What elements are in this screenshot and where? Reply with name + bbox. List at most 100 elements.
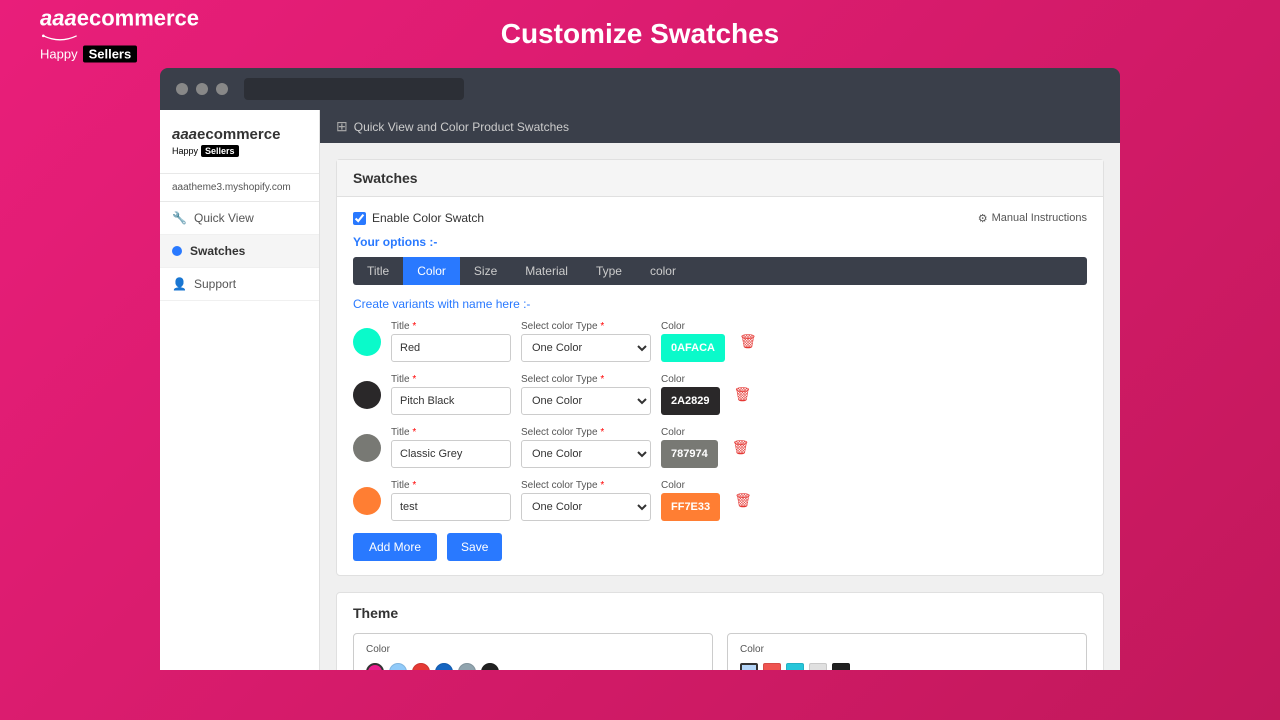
variant-title-input-1[interactable]	[391, 334, 511, 362]
tab-size[interactable]: Size	[460, 257, 511, 285]
swatches-card: Swatches Enable Color Swatch ⚙ Manual In…	[336, 159, 1104, 576]
variant-circle-3	[353, 434, 381, 462]
swatch-sq-teal[interactable]	[786, 663, 804, 670]
topbar-title: ⊞ Quick View and Color Product Swatches	[336, 118, 569, 135]
enable-label[interactable]: Enable Color Swatch	[353, 211, 484, 225]
variant-color-group-1: Color 0AFACA	[661, 321, 725, 362]
tabs-bar: Title Color Size Material Type color	[353, 257, 1087, 285]
variant-type-select-3[interactable]: One Color	[521, 440, 651, 468]
swatch-circle-grey[interactable]	[458, 663, 476, 670]
theme-section: Theme Color	[337, 593, 1103, 670]
swatch-sq-red[interactable]	[763, 663, 781, 670]
main-content: ⊞ Quick View and Color Product Swatches …	[320, 110, 1120, 670]
enable-checkbox[interactable]	[353, 212, 366, 225]
sidebar-brand-name: aaaecommerce	[172, 126, 307, 143]
variant-type-select-2[interactable]: One Color	[521, 387, 651, 415]
variant-delete-btn-2[interactable]: 🗑	[730, 382, 756, 407]
swatches-body: Enable Color Swatch ⚙ Manual Instruction…	[337, 197, 1103, 575]
tab-type[interactable]: Type	[582, 257, 636, 285]
swatch-circle-pink[interactable]	[366, 663, 384, 670]
theme-card-1: Color Pink	[353, 633, 713, 670]
theme-swatches-1	[366, 663, 700, 670]
tab-color[interactable]: Color	[403, 257, 460, 285]
sidebar: aaaecommerce Happy Sellers aaatheme3.mys…	[160, 110, 320, 670]
top-header: aaaecommerce Happy Sellers Customize Swa…	[0, 0, 1280, 68]
variant-title-group-3: Title *	[391, 427, 511, 468]
wrench-icon: 🔧	[172, 211, 186, 225]
content-area[interactable]: Swatches Enable Color Swatch ⚙ Manual In…	[320, 143, 1120, 670]
swatch-circle-lightblue[interactable]	[389, 663, 407, 670]
gear-icon: ⚙	[978, 212, 988, 225]
sidebar-swatches-label: Swatches	[190, 244, 245, 258]
variant-title-input-4[interactable]	[391, 493, 511, 521]
variant-color-badge-2[interactable]: 2A2829	[661, 387, 720, 415]
tab-color-lower[interactable]: color	[636, 257, 690, 285]
variant-title-group-2: Title *	[391, 374, 511, 415]
sidebar-item-swatches[interactable]: Swatches	[160, 235, 319, 268]
variant-row-2: Title * Select color Type * One Color Co…	[353, 374, 1087, 415]
variant-delete-btn-4[interactable]: 🗑	[730, 488, 756, 513]
person-icon: 👤	[172, 277, 186, 291]
variant-delete-btn-3[interactable]: 🗑	[728, 435, 754, 460]
theme-section-card: Theme Color	[336, 592, 1104, 670]
variant-color-badge-3[interactable]: 787974	[661, 440, 718, 468]
action-buttons: Add More Save	[353, 533, 1087, 561]
sidebar-tagline: Happy Sellers	[172, 145, 307, 157]
tab-title[interactable]: Title	[353, 257, 403, 285]
variant-type-group-4: Select color Type * One Color	[521, 480, 651, 521]
variant-row-3: Title * Select color Type * One Color Co…	[353, 427, 1087, 468]
theme-cards: Color Pink	[353, 633, 1087, 670]
sidebar-brand: aaaecommerce Happy Sellers	[160, 110, 319, 174]
variant-row-4: Title * Select color Type * One Color Co…	[353, 480, 1087, 521]
variant-circle-2	[353, 381, 381, 409]
enable-row: Enable Color Swatch ⚙ Manual Instruction…	[353, 211, 1087, 225]
theme-title: Theme	[353, 605, 1087, 621]
variant-color-badge-4[interactable]: FF7E33	[661, 493, 720, 521]
variant-type-select-1[interactable]: One Color	[521, 334, 651, 362]
variant-circle-1	[353, 328, 381, 356]
theme-card-1-title: Color	[366, 644, 700, 655]
grid-icon: ⊞	[336, 118, 348, 135]
browser-address-bar	[244, 78, 464, 100]
tagline: Happy Sellers	[40, 46, 199, 63]
variant-row-1: Title * Select color Type * One Color Co…	[353, 321, 1087, 362]
variant-color-group-4: Color FF7E33	[661, 480, 720, 521]
sidebar-support-label: Support	[194, 277, 236, 291]
sidebar-store-url: aaatheme3.myshopify.com	[160, 174, 319, 202]
swatches-icon	[172, 246, 182, 256]
variant-delete-btn-1[interactable]: 🗑	[735, 329, 761, 354]
sidebar-item-support[interactable]: 👤 Support	[160, 268, 319, 301]
variant-title-input-2[interactable]	[391, 387, 511, 415]
brand-name: aaaecommerce	[40, 6, 199, 32]
app-container: aaaecommerce Happy Sellers aaatheme3.mys…	[160, 110, 1120, 670]
save-button[interactable]: Save	[447, 533, 502, 561]
variant-color-badge-1[interactable]: 0AFACA	[661, 334, 725, 362]
swatches-header: Swatches	[337, 160, 1103, 197]
swatch-circle-black[interactable]	[481, 663, 499, 670]
add-more-button[interactable]: Add More	[353, 533, 437, 561]
variant-circle-4	[353, 487, 381, 515]
create-label: Create variants with name here :-	[353, 297, 1087, 311]
variant-title-group-4: Title *	[391, 480, 511, 521]
sidebar-quickview-label: Quick View	[194, 211, 254, 225]
swatch-sq-black[interactable]	[832, 663, 850, 670]
swatch-circle-red[interactable]	[412, 663, 430, 670]
variant-type-group-2: Select color Type * One Color	[521, 374, 651, 415]
variant-type-group-1: Select color Type * One Color	[521, 321, 651, 362]
swatch-circle-blue[interactable]	[435, 663, 453, 670]
browser-dot-2	[196, 83, 208, 95]
variant-type-select-4[interactable]: One Color	[521, 493, 651, 521]
theme-card-2: Color Pink	[727, 633, 1087, 670]
tab-material[interactable]: Material	[511, 257, 582, 285]
variant-title-input-3[interactable]	[391, 440, 511, 468]
options-label: Your options :-	[353, 235, 1087, 249]
browser-chrome	[160, 68, 1120, 110]
variant-type-group-3: Select color Type * One Color	[521, 427, 651, 468]
swatch-sq-lightblue[interactable]	[740, 663, 758, 670]
variant-color-group-2: Color 2A2829	[661, 374, 720, 415]
manual-instructions-link[interactable]: ⚙ Manual Instructions	[978, 212, 1087, 225]
swatch-sq-white[interactable]	[809, 663, 827, 670]
sidebar-item-quick-view[interactable]: 🔧 Quick View	[160, 202, 319, 235]
smile-icon	[40, 34, 80, 44]
variant-title-group-1: Title *	[391, 321, 511, 362]
